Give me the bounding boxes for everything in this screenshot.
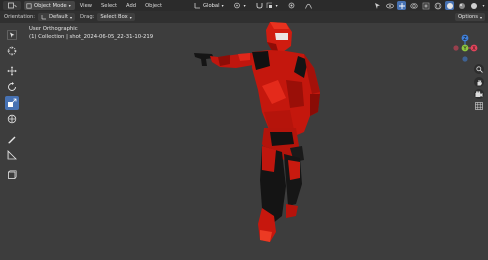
tool-transform[interactable]	[5, 112, 19, 126]
character-model[interactable]	[190, 20, 335, 250]
material-sphere-icon	[458, 2, 465, 9]
axes-icon	[41, 15, 47, 20]
hand-icon	[477, 79, 482, 85]
camera-icon	[475, 90, 483, 97]
xray-toggle-button[interactable]	[421, 1, 430, 10]
mode-label: Object Mode	[34, 2, 67, 9]
pencil-icon	[8, 136, 16, 144]
proportional-edit-icon	[288, 2, 294, 9]
snap-dropdown[interactable]: ▾	[253, 1, 281, 10]
collection-info-text: (1) Collection | shot_2024-06-05_22-31-1…	[29, 34, 154, 40]
tool-select[interactable]	[5, 28, 19, 42]
chevron-down-icon: ▾	[479, 14, 482, 20]
legs	[258, 146, 302, 242]
move-arrows-icon	[7, 66, 17, 76]
options-label: Options	[457, 14, 478, 20]
shading-rendered-button[interactable]	[469, 1, 478, 10]
perspective-toggle-button[interactable]	[474, 101, 484, 111]
navigation-gizmo[interactable]: Z X Y	[447, 30, 483, 66]
editor-type-button[interactable]	[3, 1, 21, 10]
shading-solid-button[interactable]	[445, 1, 454, 10]
proportional-editing-button[interactable]	[285, 1, 298, 10]
transform-icon	[7, 114, 17, 124]
solid-sphere-icon	[446, 2, 453, 9]
x-axis-label: X	[472, 46, 476, 52]
drag-value: Select Box	[100, 14, 128, 20]
head-helmet	[266, 22, 292, 52]
magnifier-icon	[475, 65, 483, 73]
drag-dropdown[interactable]: Select Box ▾	[97, 13, 135, 21]
chevron-down-icon: ▾	[129, 14, 132, 20]
snap-increment-icon	[266, 2, 272, 8]
tool-add-cube[interactable]	[5, 168, 19, 182]
scale-icon	[8, 98, 17, 107]
menu-add[interactable]: Add	[126, 3, 136, 9]
tool-move[interactable]	[5, 64, 19, 78]
chevron-down-icon: ▾	[275, 3, 278, 8]
overlay-circles-icon	[409, 2, 418, 9]
wireframe-sphere-icon	[434, 2, 441, 9]
chevron-down-icon: ▾	[221, 3, 224, 8]
drag-label: Drag:	[80, 14, 95, 20]
falloff-curve-icon	[304, 3, 312, 9]
z-axis-label: Z	[463, 36, 467, 42]
chevron-down-icon: ▾	[68, 3, 71, 8]
3d-cursor-icon	[7, 46, 17, 56]
proportional-falloff-button[interactable]	[302, 1, 315, 10]
tool-scale[interactable]	[5, 96, 19, 110]
selectability-visibility-button[interactable]	[373, 1, 382, 10]
object-mode-icon	[26, 2, 32, 9]
ruler-icon	[7, 150, 17, 160]
viewport-gizmos-button[interactable]	[385, 1, 394, 10]
orientation-dropdown[interactable]: Default ▾	[38, 13, 76, 21]
cursor-icon	[374, 2, 380, 9]
menu-select[interactable]: Select	[101, 3, 117, 9]
tool-annotate[interactable]	[5, 132, 19, 146]
show-gizmo-button[interactable]	[397, 1, 406, 10]
gizmo-icon	[398, 2, 405, 9]
shading-material-button[interactable]	[457, 1, 466, 10]
grid-icon	[475, 102, 483, 110]
pan-button[interactable]	[474, 77, 484, 87]
xray-icon	[422, 2, 429, 9]
pivot-icon	[233, 2, 240, 9]
tool-rotate[interactable]	[5, 80, 19, 94]
menu-view[interactable]: View	[80, 3, 92, 9]
tool-cursor[interactable]	[5, 44, 19, 58]
rendered-sphere-icon	[470, 2, 477, 9]
tool-measure[interactable]	[5, 148, 19, 162]
chevron-down-icon: ▾	[70, 14, 73, 20]
left-toolbar	[5, 28, 19, 184]
3d-viewport-icon	[7, 2, 17, 9]
neg-z-axis-handle[interactable]	[462, 56, 468, 62]
menu-object[interactable]: Object	[145, 3, 162, 9]
add-cube-icon	[8, 170, 17, 179]
camera-view-button[interactable]	[474, 89, 484, 99]
mode-dropdown[interactable]: Object Mode ▾	[24, 1, 75, 10]
orientation-label: Orientation:	[4, 14, 36, 20]
chevron-down-icon: ▾	[243, 3, 246, 8]
orientation-value: Default	[49, 14, 69, 20]
options-dropdown[interactable]: Options ▾	[454, 13, 485, 21]
select-cursor-icon	[7, 30, 17, 40]
zoom-button[interactable]	[474, 64, 484, 74]
pistol-model	[194, 53, 214, 66]
axes-icon	[194, 3, 200, 9]
transform-orientation-dropdown[interactable]: Global ▾	[191, 1, 227, 10]
view-name-text: User Orthographic	[29, 26, 78, 32]
right-arm	[210, 53, 253, 68]
neg-x-axis-handle[interactable]	[453, 45, 459, 51]
transform-orientation-label: Global	[203, 2, 220, 9]
viewport-header: Object Mode ▾ View Select Add Object Glo…	[0, 0, 488, 11]
shading-wireframe-button[interactable]	[433, 1, 442, 10]
magnet-icon	[256, 3, 263, 9]
overlays-toggle-button[interactable]	[409, 1, 418, 10]
torso	[252, 50, 320, 138]
pivot-point-dropdown[interactable]: ▾	[231, 1, 249, 10]
rotate-icon	[8, 82, 16, 91]
eye-icon	[385, 3, 394, 8]
chevron-down-icon: ▾	[482, 3, 485, 8]
shading-options-dropdown[interactable]: ▾	[481, 1, 486, 10]
